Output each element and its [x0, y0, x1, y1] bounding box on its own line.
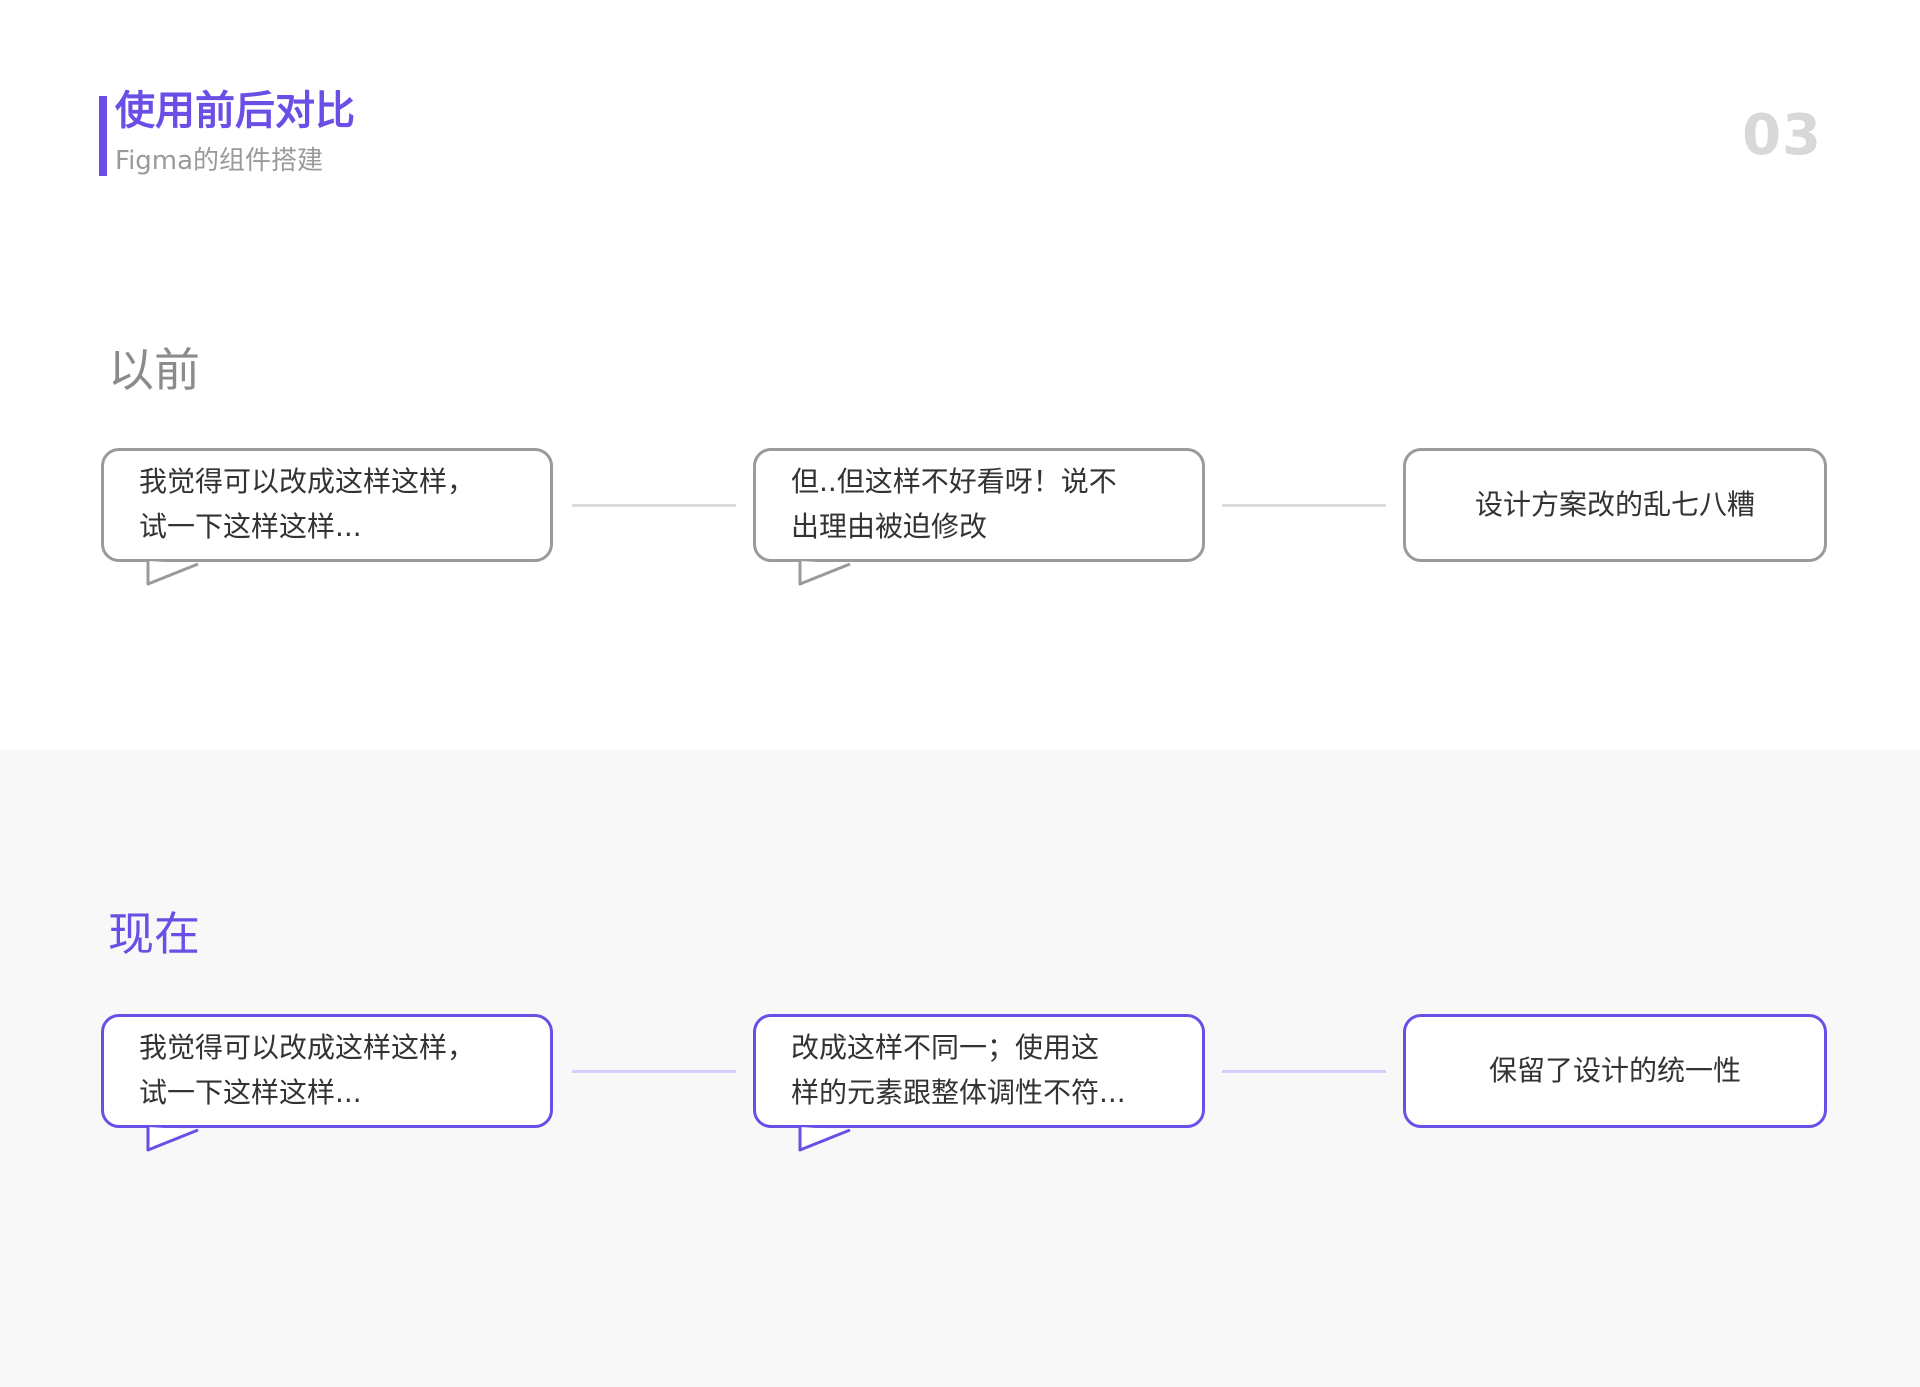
page-title: 使用前后对比 [115, 88, 355, 134]
now-speech-bubble-1: 我觉得可以改成这样这样， 试一下这样这样... [101, 1014, 553, 1128]
before-speech-bubble-1: 我觉得可以改成这样这样， 试一下这样这样... [101, 448, 553, 562]
page-subtitle: Figma的组件搭建 [115, 146, 324, 176]
now-connector-2 [1222, 1070, 1386, 1073]
now-result-text: 保留了设计的统一性 [1488, 1053, 1741, 1087]
before-bubble-1-tail [146, 561, 199, 586]
before-bubble-1-text: 我觉得可以改成这样这样， 试一下这样这样... [139, 465, 476, 543]
now-speech-bubble-2: 改成这样不同一；使用这 样的元素跟整体调性不符... [753, 1014, 1205, 1128]
before-speech-bubble-2: 但..但这样不好看呀！说不 出理由被迫修改 [753, 448, 1205, 562]
page-number: 03 [1742, 103, 1822, 168]
before-connector-2 [1222, 504, 1386, 507]
before-flow: 我觉得可以改成这样这样， 试一下这样这样... 但..但这样不好看呀！说不 出理… [0, 448, 1920, 588]
now-connector-1 [572, 1070, 736, 1073]
title-accent-bar [99, 96, 107, 176]
before-bubble-2-tail [798, 561, 851, 586]
now-result-box: 保留了设计的统一性 [1403, 1014, 1827, 1128]
before-connector-1 [572, 504, 736, 507]
now-bubble-2-text: 改成这样不同一；使用这 样的元素跟整体调性不符... [791, 1031, 1126, 1109]
now-bubble-2-tail [798, 1127, 851, 1152]
now-bubble-1-text: 我觉得可以改成这样这样， 试一下这样这样... [139, 1031, 476, 1109]
before-result-box: 设计方案改的乱七八糟 [1403, 448, 1827, 562]
section-title-now: 现在 [108, 907, 200, 961]
before-result-text: 设计方案改的乱七八糟 [1474, 487, 1755, 521]
now-flow: 我觉得可以改成这样这样， 试一下这样这样... 改成这样不同一；使用这 样的元素… [0, 1014, 1920, 1154]
now-bubble-1-tail [146, 1127, 199, 1152]
before-bubble-2-text: 但..但这样不好看呀！说不 出理由被迫修改 [791, 465, 1117, 543]
section-title-before: 以前 [108, 343, 200, 397]
